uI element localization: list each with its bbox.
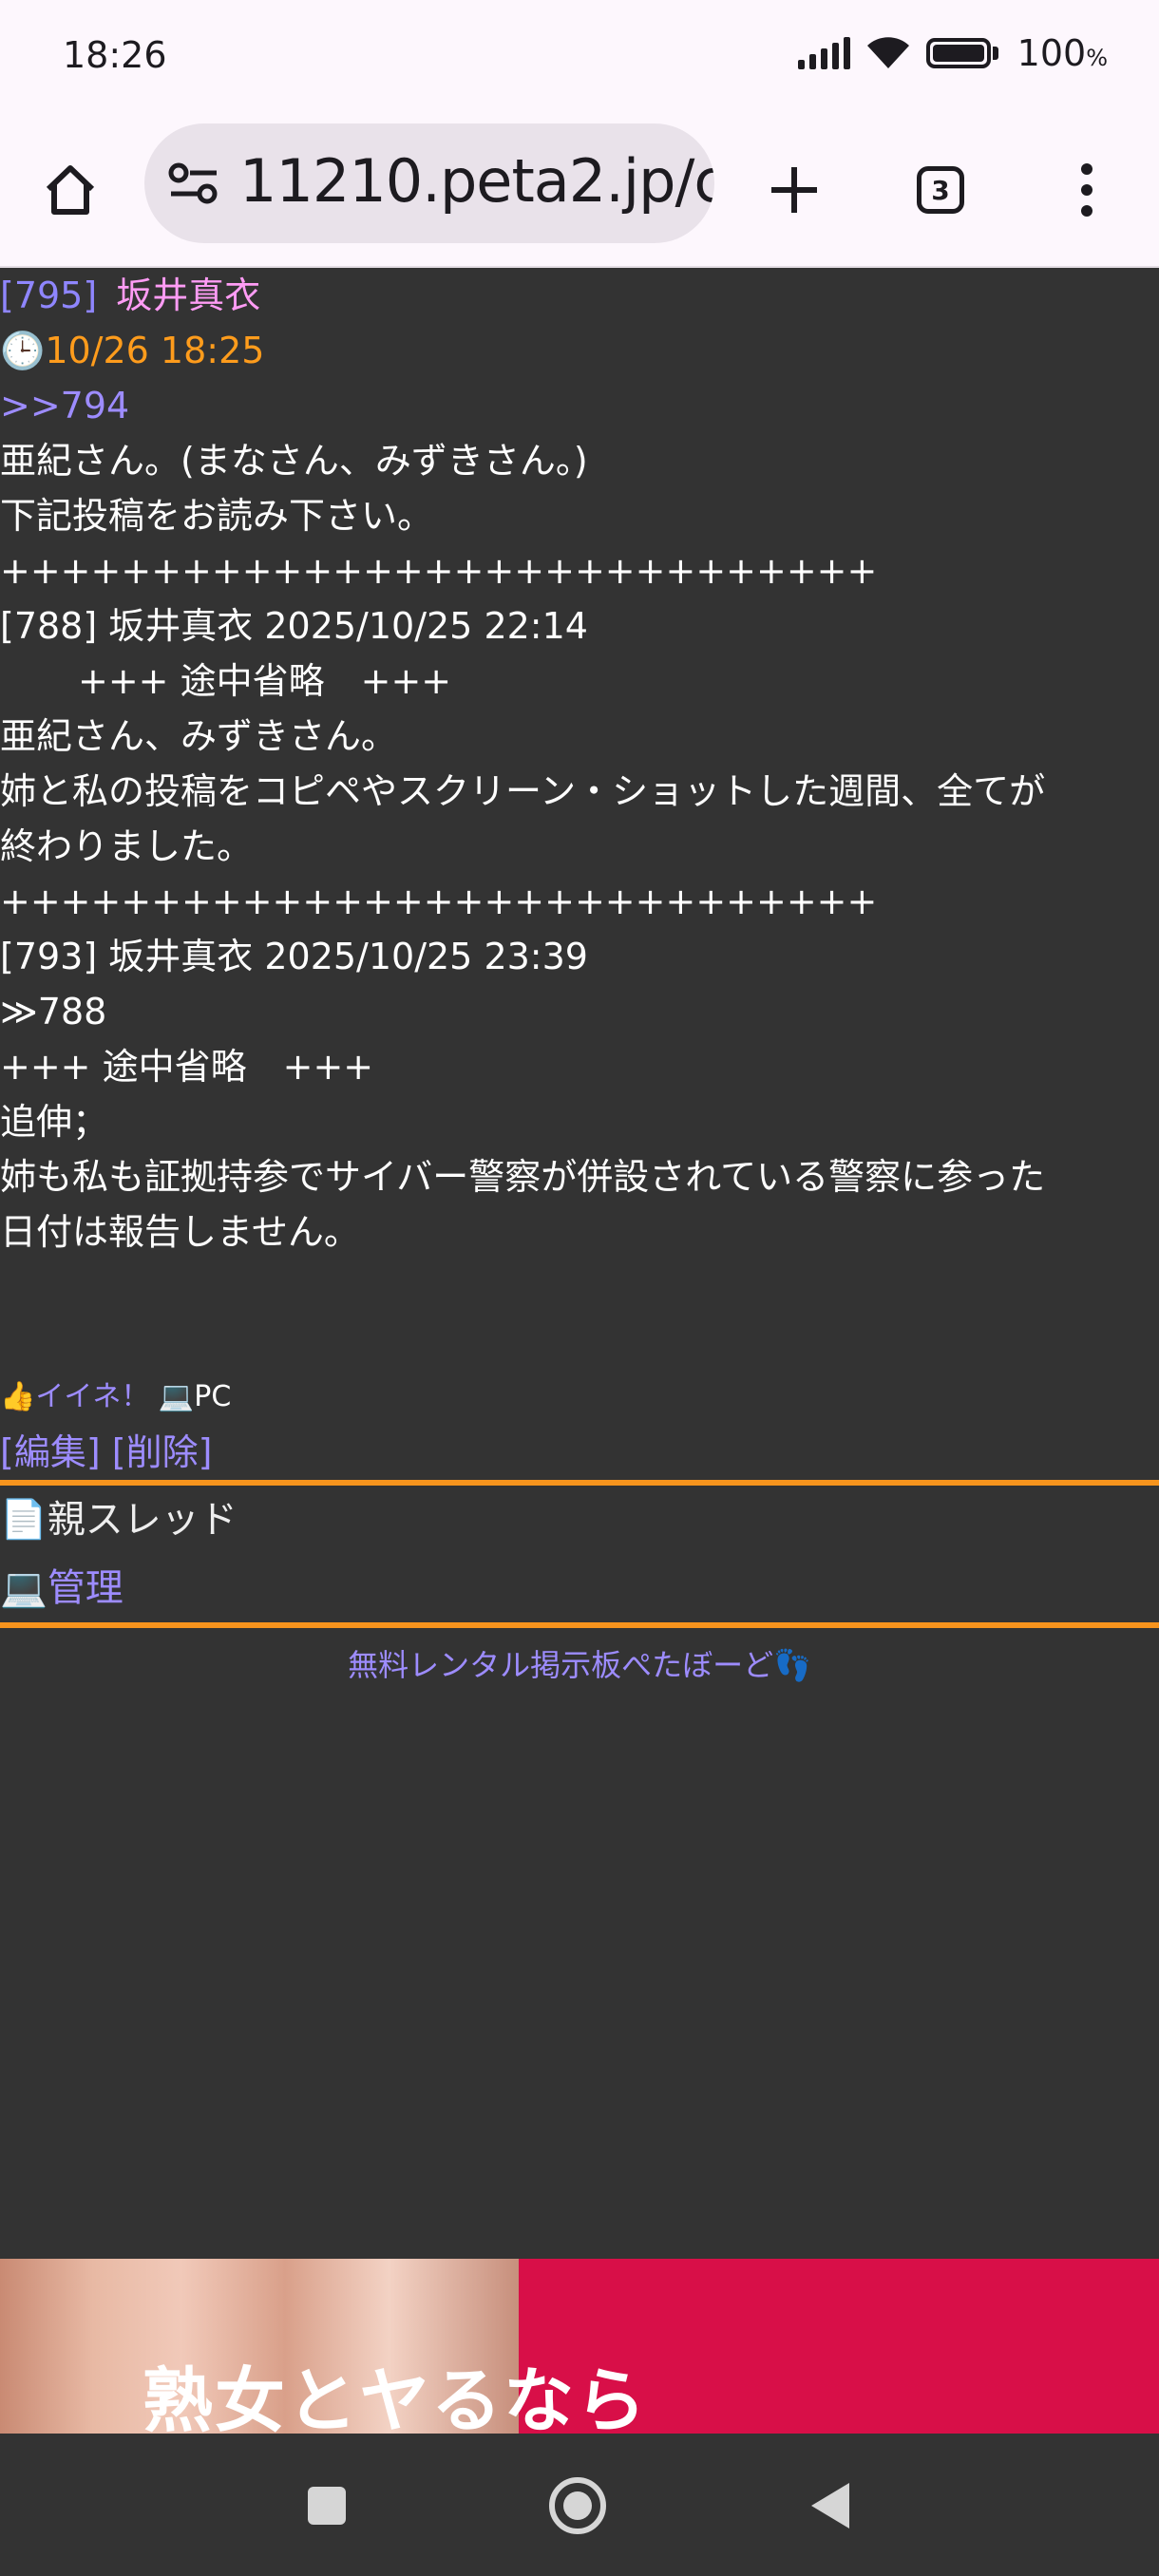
- footprint-icon: 👣: [773, 1647, 811, 1683]
- pc-icon: 💻: [0, 1566, 48, 1610]
- url-text[interactable]: 11210.peta2.jp/c: [239, 146, 714, 216]
- post-line: 亜紀さん、みずきさん。: [0, 715, 398, 757]
- wifi-icon: [866, 37, 909, 68]
- ad-banner[interactable]: 熟女とヤるなら: [0, 2259, 1159, 2434]
- post-line: [793] 坂井真衣 2025/10/25 23:39: [0, 936, 588, 977]
- browser-toolbar: 11210.peta2.jp/c 3: [0, 114, 1159, 268]
- post-author: 坂井真衣: [116, 275, 261, 316]
- post-date: 10/26 18:25: [45, 330, 265, 371]
- post-meta-row: 👍イイネ！ 💻PC: [0, 1370, 1159, 1425]
- ad-text: 熟女とヤるなら: [142, 2360, 648, 2434]
- tab-switcher-button[interactable]: 3: [906, 156, 975, 224]
- reply-link[interactable]: >>794: [0, 385, 129, 426]
- post-line: [788] 坂井真衣 2025/10/25 22:14: [0, 605, 588, 647]
- post-line: 亜紀さん。(まなさん、みずきさん。): [0, 440, 588, 482]
- parent-thread-row: 📄 親スレッド: [0, 1486, 1159, 1554]
- back-button[interactable]: [800, 2475, 861, 2536]
- delete-link[interactable]: [削除]: [112, 1431, 213, 1473]
- site-settings-icon[interactable]: [167, 160, 220, 207]
- status-icons: 100%: [797, 32, 1108, 74]
- like-link[interactable]: イイネ！: [35, 1380, 149, 1413]
- new-tab-icon[interactable]: [760, 156, 828, 224]
- parent-thread-link[interactable]: 親スレッド: [48, 1492, 238, 1547]
- post-line: 追伸；: [0, 1101, 109, 1143]
- status-bar: 18:26 100%: [0, 0, 1159, 114]
- battery-percent: 100%: [1016, 32, 1108, 74]
- admin-link[interactable]: 管理: [48, 1561, 124, 1616]
- status-time: 18:26: [63, 34, 167, 76]
- post-line: 下記投稿をお読み下さい。: [0, 495, 434, 537]
- thumbs-up-icon: 👍: [0, 1380, 36, 1413]
- post-number-link[interactable]: [795]: [0, 275, 97, 316]
- post-line: 日付は報告しません。: [0, 1211, 360, 1253]
- tab-count: 3: [917, 166, 964, 214]
- footer-link[interactable]: 無料レンタル掲示板ぺたぼーど: [348, 1647, 773, 1683]
- recents-button[interactable]: [296, 2475, 357, 2536]
- post-line: +++ 途中省略 +++: [0, 1046, 374, 1088]
- clock-icon: 🕒: [0, 330, 46, 371]
- post-line: 姉と私の投稿をコピペやスクリーン・ショットした週間、全てが: [0, 770, 1046, 812]
- document-icon: 📄: [0, 1498, 48, 1542]
- post-line: ≫788: [0, 991, 107, 1032]
- page-content: [795] 坂井真衣 🕒10/26 18:25 >>794 亜紀さん。(まなさん、…: [0, 268, 1159, 1693]
- post-line: 終わりました。: [0, 825, 254, 867]
- system-nav-bar: [0, 2434, 1159, 2576]
- post-header: [795] 坂井真衣: [0, 268, 1159, 323]
- admin-row: 💻 管理: [0, 1554, 1159, 1622]
- footer: 無料レンタル掲示板ぺたぼーど👣: [0, 1638, 1159, 1693]
- edit-link[interactable]: [編集]: [0, 1431, 101, 1473]
- url-bar[interactable]: 11210.peta2.jp/c: [144, 123, 714, 243]
- post-actions: [編集] [削除]: [0, 1425, 1159, 1480]
- post-line: 姉も私も証拠持参でサイバー警察が併設されている警察に参った: [0, 1156, 1046, 1198]
- home-button[interactable]: [547, 2475, 608, 2536]
- signal-icon: [797, 37, 850, 69]
- pc-icon: 💻: [158, 1380, 195, 1413]
- battery-icon: [925, 38, 998, 68]
- divider: [0, 1622, 1159, 1628]
- device-label: PC: [194, 1380, 232, 1413]
- post-date-row: 🕒10/26 18:25: [0, 323, 1159, 378]
- post-line: +++++++++++++++++++++++++++++: [0, 550, 878, 592]
- more-menu-icon[interactable]: [1053, 156, 1121, 224]
- post-line: +++ 途中省略 +++: [78, 660, 452, 702]
- home-icon[interactable]: [36, 156, 104, 224]
- post-line: +++++++++++++++++++++++++++++: [0, 881, 878, 922]
